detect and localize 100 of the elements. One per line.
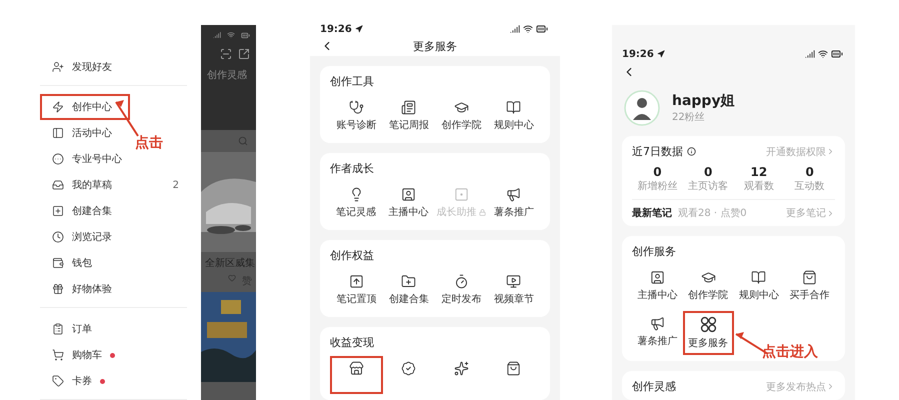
status-time: 19:26 [320, 24, 352, 35]
page-title: 更多服务 [413, 38, 457, 54]
user-name: happy姐 [672, 92, 735, 110]
stat-label: 新增粉丝 [636, 180, 678, 193]
stat-label: 观看数 [742, 180, 775, 193]
menu-item[interactable]: 浏览记录 [40, 224, 120, 250]
service-item[interactable]: 薯条推广 [488, 182, 540, 224]
service-item[interactable]: 笔记周报 [382, 95, 435, 137]
menu-item[interactable]: 好物体验 [40, 276, 120, 302]
service-item[interactable]: 笔记灵感 [330, 182, 382, 224]
menu-item[interactable]: 我的草稿 2 [40, 172, 187, 198]
search-icon [238, 136, 248, 146]
clock-icon [52, 231, 64, 243]
four-circles-icon [700, 316, 717, 333]
stat-value: 12 [750, 165, 768, 179]
panel-icon [52, 127, 64, 139]
chevron-right-icon [826, 382, 835, 391]
clipboard-icon [52, 323, 64, 335]
share-icon [238, 48, 250, 60]
battery-icon [241, 31, 250, 40]
menu-item[interactable]: 发现好友 [40, 54, 120, 80]
service-item[interactable]: 定时发布 [435, 269, 488, 311]
inbox-icon [52, 179, 64, 191]
add-user-icon [52, 61, 64, 73]
stat-value: 0 [702, 165, 714, 179]
service-item[interactable]: 创建合集 [382, 269, 435, 311]
follower-count: 22粉丝 [672, 110, 706, 124]
book-icon [506, 100, 522, 115]
stethoscope-icon [348, 100, 364, 115]
video-icon [506, 274, 522, 289]
service-item[interactable]: 创作学院 [435, 95, 488, 137]
signal-icon [805, 49, 815, 60]
circle-dots-icon [52, 153, 64, 165]
lock-icon [478, 208, 486, 216]
service-item[interactable] [330, 356, 382, 394]
service-item[interactable]: 更多服务 [682, 311, 734, 355]
book-icon [751, 270, 766, 285]
sparkle-icon [454, 361, 469, 376]
avatar [624, 90, 660, 126]
battery-icon [536, 23, 548, 36]
service-item[interactable]: 创作学院 [682, 265, 734, 307]
location-arrow-icon [656, 50, 665, 58]
add-folder-icon [401, 274, 416, 289]
service-item[interactable]: 主播中心 [632, 265, 683, 307]
chevron-right-icon [826, 147, 835, 156]
heart-icon [228, 274, 236, 282]
service-item[interactable]: 主播中心 [382, 182, 435, 224]
wallet-icon [52, 257, 64, 269]
newspaper-icon [401, 100, 416, 115]
wifi-icon [227, 31, 235, 39]
service-item[interactable]: 规则中心 [734, 265, 784, 307]
scan-icon [220, 48, 232, 60]
battery-icon [831, 48, 843, 60]
menu-item[interactable]: 卡券 [40, 368, 113, 394]
user-square-icon [650, 270, 665, 285]
stat-value: 0 [804, 165, 815, 179]
store-icon [348, 361, 364, 376]
service-item[interactable]: 薯条推广 [632, 311, 683, 355]
service-item[interactable]: 笔记置顶 [330, 269, 382, 311]
megaphone-icon [506, 187, 522, 202]
status-time: 19:26 [622, 48, 654, 60]
menu-item[interactable]: 专业号中心 [40, 146, 130, 172]
service-item[interactable]: 规则中心 [488, 95, 540, 137]
card-title: 创作灵感 [632, 379, 676, 394]
info-icon [687, 147, 696, 156]
gift-icon [52, 283, 64, 295]
stat-label: 主页访客 [687, 180, 730, 193]
annotation-arrow [115, 100, 139, 137]
menu-item[interactable]: 订单 [40, 316, 100, 342]
pin-top-icon [348, 274, 364, 289]
timer-icon [454, 274, 469, 289]
latest-note-title: 最新笔记 [632, 206, 672, 220]
menu-item[interactable]: 购物车 [40, 342, 123, 368]
annotation-text: 点击 [135, 134, 163, 152]
user-square-icon [400, 187, 416, 202]
graduation-cap-icon [700, 270, 716, 285]
cart-icon [52, 349, 64, 361]
bag-icon [802, 270, 818, 285]
graduation-cap-icon [454, 100, 469, 115]
service-item[interactable]: 买手合作 [784, 265, 835, 307]
bag-icon [506, 361, 522, 376]
menu-item[interactable]: 创建合集 [40, 198, 120, 224]
section-title: 创作工具 [330, 74, 375, 89]
location-arrow-icon [354, 25, 363, 34]
megaphone-icon [650, 316, 665, 331]
service-item[interactable]: 视频章节 [488, 269, 540, 311]
add-square-icon [52, 205, 64, 217]
item-count: 2 [172, 180, 179, 190]
card-title: 近7日数据 [632, 144, 683, 159]
section-title: 创作权益 [330, 248, 375, 263]
service-item[interactable]: 账号诊断 [330, 95, 382, 137]
menu-item[interactable]: 钱包 [40, 250, 100, 276]
section-title: 收益变现 [330, 335, 375, 350]
menu-item[interactable]: 创作中心 [40, 94, 130, 120]
header-label: 创作灵感 [207, 68, 248, 82]
chevron-right-icon [826, 208, 835, 218]
lightning-icon [52, 101, 64, 113]
menu-item[interactable]: 活动中心 [40, 120, 120, 146]
stat-label: 互动数 [794, 180, 826, 193]
section-title: 作者成长 [330, 161, 375, 176]
